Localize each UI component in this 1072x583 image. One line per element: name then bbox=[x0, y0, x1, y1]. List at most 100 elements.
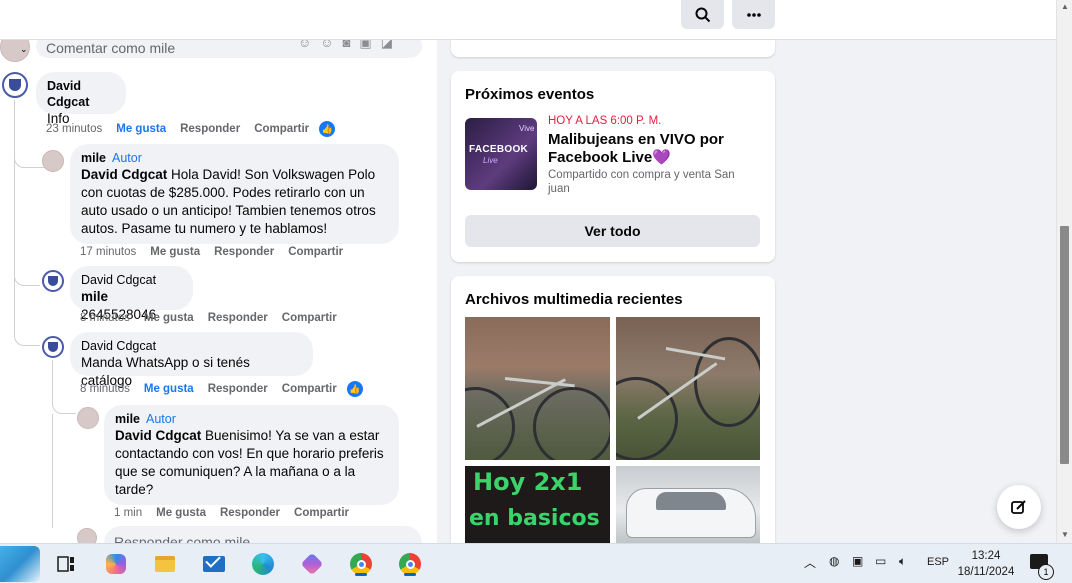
avatar[interactable] bbox=[42, 270, 64, 292]
edge-icon[interactable] bbox=[249, 550, 277, 578]
like-reaction-icon[interactable]: 👍 bbox=[319, 121, 336, 137]
more-options-button[interactable] bbox=[732, 0, 775, 29]
mention[interactable]: David Cdgcat bbox=[115, 428, 201, 443]
share-button[interactable]: Compartir bbox=[294, 507, 349, 519]
clock-date: 18/11/2024 bbox=[957, 566, 1015, 578]
share-button[interactable]: Compartir bbox=[288, 246, 343, 258]
thread-line bbox=[52, 414, 53, 528]
comment-bubble: mile Autor David Cdgcat Hola David! Son V… bbox=[70, 144, 399, 244]
comment-author-row: mile Autor bbox=[81, 150, 388, 166]
comment-bubble: mile Autor David Cdgcat Buenisimo! Ya se … bbox=[104, 405, 399, 505]
language-indicator[interactable]: ESP bbox=[927, 556, 949, 568]
like-button[interactable]: Me gusta bbox=[144, 312, 194, 324]
battery-icon[interactable]: ▭ bbox=[875, 554, 886, 568]
meet-now-icon[interactable]: ▣ bbox=[852, 554, 863, 568]
card-title: Próximos eventos bbox=[465, 86, 595, 103]
comment-actions: 17 minutos Me gusta Responder Compartir bbox=[80, 246, 343, 258]
bike-wheel-shape bbox=[616, 377, 678, 460]
comment-author[interactable]: David Cdgcat bbox=[47, 78, 115, 110]
author-badge: Autor bbox=[146, 412, 176, 426]
search-icon bbox=[695, 7, 710, 22]
chrome-profile-2-icon[interactable] bbox=[396, 550, 424, 578]
scroll-down-arrow-icon[interactable]: ▼ bbox=[1061, 530, 1069, 539]
comment-body: David Cdgcat Hola David! Son Volkswagen … bbox=[81, 166, 388, 238]
thread-connector bbox=[14, 332, 40, 346]
chevron-down-icon[interactable]: ⌄ bbox=[20, 44, 28, 55]
antivirus-icon[interactable]: ◍ bbox=[829, 554, 839, 568]
compose-icon bbox=[1011, 500, 1026, 514]
reply-button[interactable]: Responder bbox=[208, 383, 268, 395]
comment-author[interactable]: mile bbox=[115, 412, 140, 426]
share-button[interactable]: Compartir bbox=[254, 123, 309, 135]
like-button[interactable]: Me gusta bbox=[116, 123, 166, 135]
notification-count-badge: 1 bbox=[1038, 564, 1054, 580]
notification-count: 1 bbox=[1043, 567, 1049, 577]
task-view-icon[interactable] bbox=[52, 550, 80, 578]
avatar-sticker-icon[interactable]: ☺ bbox=[298, 40, 311, 51]
copilot-icon[interactable] bbox=[102, 550, 130, 578]
share-button[interactable]: Compartir bbox=[282, 383, 337, 395]
reply-button[interactable]: Responder bbox=[220, 507, 280, 519]
comments-panel: ⌄ Comentar como mile ☺ ☺ ◙ ▣ ◪ David Cdg… bbox=[0, 40, 437, 543]
reply-button[interactable]: Responder bbox=[208, 312, 268, 324]
comment-bubble: David Cdgcat mile 2645528046 bbox=[70, 266, 193, 322]
file-explorer-icon[interactable] bbox=[151, 550, 179, 578]
like-reaction-icon[interactable]: 👍 bbox=[346, 381, 363, 397]
media-thumbnail[interactable] bbox=[616, 317, 760, 460]
avatar[interactable] bbox=[2, 72, 28, 98]
reply-input-placeholder: Responder como mile bbox=[114, 534, 251, 543]
card-title: Archivos multimedia recientes bbox=[465, 291, 683, 308]
mention[interactable]: David Cdgcat bbox=[81, 167, 167, 182]
avatar[interactable] bbox=[77, 407, 99, 429]
more-dots-icon bbox=[746, 12, 761, 17]
bike-wheel-shape bbox=[465, 387, 515, 460]
comment-time[interactable]: 1 min bbox=[114, 507, 142, 519]
scroll-up-arrow-icon[interactable]: ▲ bbox=[1061, 2, 1069, 11]
comment-author-row: mile Autor bbox=[115, 411, 388, 427]
clock[interactable]: 13:24 18/11/2024 bbox=[950, 548, 1022, 580]
share-button[interactable]: Compartir bbox=[282, 312, 337, 324]
upcoming-events-card: Próximos eventos Vive FACEBOOK Live HOY … bbox=[451, 71, 775, 262]
comment-author[interactable]: David Cdgcat bbox=[81, 272, 182, 288]
like-button[interactable]: Me gusta bbox=[156, 507, 206, 519]
like-button[interactable]: Me gusta bbox=[150, 246, 200, 258]
widgets-icon[interactable] bbox=[0, 546, 40, 582]
chrome-profile-1-icon[interactable] bbox=[347, 550, 375, 578]
active-indicator bbox=[404, 573, 416, 576]
camera-icon[interactable]: ◙ bbox=[343, 40, 351, 51]
comment-author[interactable]: mile bbox=[81, 151, 106, 165]
comment-time[interactable]: 17 minutos bbox=[80, 246, 136, 258]
search-button[interactable] bbox=[681, 0, 724, 29]
mail-icon[interactable] bbox=[200, 550, 228, 578]
page-scrollbar[interactable]: ▲ ▼ bbox=[1056, 0, 1072, 543]
thumb-text: Vive bbox=[519, 124, 535, 133]
reply-button[interactable]: Responder bbox=[214, 246, 274, 258]
like-button[interactable]: Me gusta bbox=[144, 383, 194, 395]
event-thumbnail[interactable]: Vive FACEBOOK Live bbox=[465, 118, 537, 190]
scroll-thumb[interactable] bbox=[1060, 226, 1069, 464]
event-name[interactable]: Malibujeans en VIVO por Facebook Live💜 bbox=[548, 131, 763, 167]
avatar[interactable] bbox=[42, 150, 64, 172]
avatar[interactable] bbox=[42, 336, 64, 358]
reply-input[interactable]: Responder como mile bbox=[104, 526, 422, 543]
comment-input-tools: ☺ ☺ ◙ ▣ ◪ bbox=[298, 40, 393, 51]
comment-time[interactable]: 8 minutos bbox=[80, 312, 130, 324]
show-hidden-icons-chevron-icon[interactable]: ︿ bbox=[804, 554, 816, 571]
emoji-icon[interactable]: ☺ bbox=[320, 40, 333, 51]
clock-time: 13:24 bbox=[971, 550, 1001, 562]
reply-button[interactable]: Responder bbox=[180, 123, 240, 135]
media-thumbnail[interactable] bbox=[465, 317, 610, 460]
comment-author[interactable]: David Cdgcat bbox=[81, 338, 302, 354]
mention[interactable]: mile bbox=[81, 289, 108, 304]
comment-bubble: David Cdgcat Info bbox=[36, 72, 126, 126]
comment-time[interactable]: 8 minutos bbox=[80, 383, 130, 395]
see-all-button[interactable]: Ver todo bbox=[465, 215, 760, 247]
comment-time[interactable]: 23 minutos bbox=[46, 123, 102, 135]
gif-icon[interactable]: ▣ bbox=[359, 40, 371, 51]
volume-icon[interactable]: 🔈︎ bbox=[899, 554, 906, 569]
microsoft-365-icon[interactable] bbox=[298, 550, 326, 578]
sticker-icon[interactable]: ◪ bbox=[381, 40, 393, 51]
event-organizer[interactable]: Compartido con compra y venta San juan bbox=[548, 168, 758, 196]
comment-bubble: David Cdgcat Manda WhatsApp o si tenés c… bbox=[70, 332, 313, 388]
new-message-button[interactable] bbox=[997, 485, 1041, 529]
